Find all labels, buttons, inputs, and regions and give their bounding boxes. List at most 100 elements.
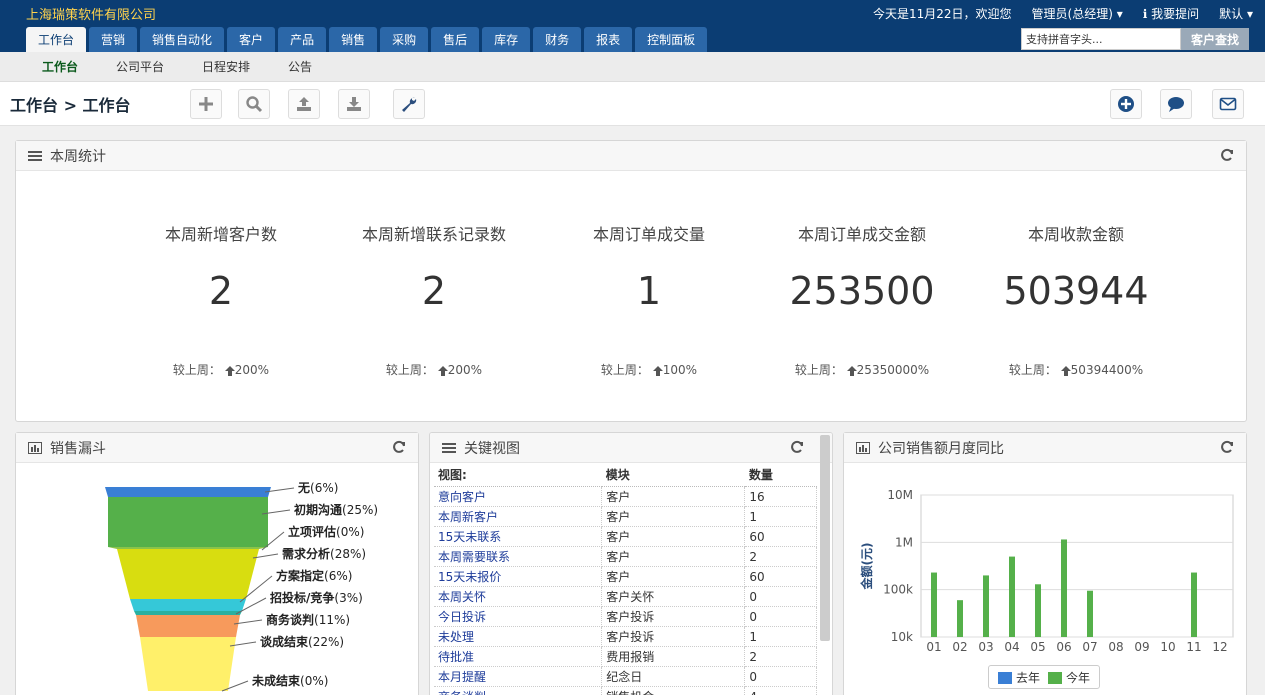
top-info: 今天是11月22日，欢迎您 管理员(总经理) ▾ ℹ 我要提问 默认 ▾ [873, 5, 1253, 22]
stat-label: 本周新增联系记录数 [361, 225, 506, 244]
count-cell: 2 [744, 646, 817, 667]
view-link[interactable]: 15天未报价 [434, 566, 603, 587]
module-cell: 客户投诉 [601, 626, 746, 647]
count-cell: 4 [744, 686, 817, 695]
view-link[interactable]: 本周新客户 [434, 506, 603, 527]
refresh-icon[interactable] [1220, 440, 1234, 457]
tab-6[interactable]: 采购 [380, 27, 429, 52]
funnel-segment[interactable] [108, 497, 268, 547]
arrow-up-icon [652, 365, 663, 376]
customer-search-button[interactable]: 客户查找 [1181, 28, 1249, 50]
funnel-segment[interactable] [136, 615, 240, 637]
table-row: 本周新客户 客户 1 [434, 506, 817, 527]
new-button[interactable] [1110, 89, 1142, 119]
module-cell: 纪念日 [601, 666, 746, 687]
search-button[interactable] [238, 89, 270, 119]
tab-5[interactable]: 销售 [329, 27, 378, 52]
panel-title: 公司销售额月度同比 [878, 440, 1004, 457]
funnel-segment[interactable] [105, 487, 271, 497]
user-menu[interactable]: 管理员(总经理) ▾ [1032, 5, 1123, 22]
tab-9[interactable]: 财务 [533, 27, 582, 52]
table-row: 未处理 客户投诉 1 [434, 626, 817, 647]
funnel-label: 需求分析(28%) [282, 546, 366, 561]
x-tick-label: 08 [1108, 640, 1123, 654]
funnel-segment[interactable] [130, 599, 246, 611]
bar-今年[interactable] [957, 600, 963, 637]
add-button[interactable] [190, 89, 222, 119]
upload-icon [297, 97, 311, 111]
help-link[interactable]: ℹ 我要提问 [1143, 5, 1199, 22]
view-link[interactable]: 15天未联系 [434, 526, 603, 547]
tab-8[interactable]: 库存 [482, 27, 531, 52]
download-icon [347, 97, 361, 111]
table-row: 意向客户 客户 16 [434, 486, 817, 507]
funnel-segment[interactable] [134, 611, 242, 615]
sub-nav: 工作台 公司平台 日程安排 公告 [0, 52, 1265, 82]
subnav-item-3[interactable]: 公告 [288, 58, 312, 75]
mail-button[interactable] [1212, 89, 1244, 119]
x-tick-label: 07 [1082, 640, 1097, 654]
funnel-segment[interactable] [108, 547, 268, 549]
x-tick-label: 11 [1186, 640, 1201, 654]
list-icon [442, 442, 456, 454]
tab-4[interactable]: 产品 [278, 27, 327, 52]
theme-menu[interactable]: 默认 ▾ [1219, 5, 1253, 22]
plus-icon [199, 97, 213, 111]
view-link[interactable]: 未处理 [434, 626, 603, 647]
tab-7[interactable]: 售后 [431, 27, 480, 52]
module-cell: 费用报销 [601, 646, 746, 667]
x-tick-label: 04 [1004, 640, 1019, 654]
view-link[interactable]: 本周需要联系 [434, 546, 603, 567]
tab-11[interactable]: 控制面板 [635, 27, 708, 52]
view-link[interactable]: 待批准 [434, 646, 603, 667]
view-link[interactable]: 商务谈判 [434, 686, 603, 695]
module-cell: 客户 [601, 486, 746, 507]
refresh-icon[interactable] [392, 440, 406, 457]
stat-value: 253500 [789, 269, 935, 313]
module-cell: 客户 [601, 546, 746, 567]
refresh-icon[interactable] [790, 440, 804, 457]
legend-item-this-year[interactable]: 今年 [1048, 669, 1090, 686]
scrollbar[interactable] [820, 435, 830, 641]
view-link[interactable]: 意向客户 [434, 486, 603, 507]
upload-button[interactable] [288, 89, 320, 119]
sales-funnel-panel: 销售漏斗 无(6%) 初期沟通(25%) 立项评估(0%) 需求分析(28%) 方案指定… [15, 432, 419, 695]
refresh-icon[interactable] [1220, 148, 1234, 165]
bar-今年[interactable] [1087, 590, 1093, 637]
stat-label: 本周订单成交量 [592, 225, 705, 244]
bar-今年[interactable] [931, 572, 937, 637]
panel-title: 本周统计 [50, 148, 106, 165]
tab-1[interactable]: 营销 [89, 27, 138, 52]
tab-10[interactable]: 报表 [584, 27, 633, 52]
bar-今年[interactable] [983, 575, 989, 637]
monthly-sales-header: 公司销售额月度同比 [844, 433, 1246, 463]
monthly-sales-panel: 公司销售额月度同比 10k 100k 1M 10M 金额(元) 01 02 03 04 05 06 0… [843, 432, 1247, 695]
message-button[interactable] [1160, 89, 1192, 119]
tab-3[interactable]: 客户 [227, 27, 276, 52]
settings-button[interactable] [393, 89, 425, 119]
stat-card: 本周收款金额 503944 较上周： 50394400% [971, 221, 1181, 377]
subnav-item-2[interactable]: 日程安排 [202, 58, 250, 75]
funnel-segment[interactable] [117, 549, 259, 599]
view-link[interactable]: 今日投诉 [434, 606, 603, 627]
sales-funnel-header: 销售漏斗 [16, 433, 418, 463]
count-cell: 1 [744, 506, 817, 527]
column-header: 数量 [744, 463, 817, 487]
bar-今年[interactable] [1191, 572, 1197, 637]
bar-今年[interactable] [1035, 584, 1041, 637]
bar-今年[interactable] [1061, 539, 1067, 637]
count-cell: 60 [744, 566, 817, 587]
main-tabs: 工作台 营销 销售自动化 客户 产品 销售 采购 售后 库存 财务 报表 控制面板 [26, 27, 708, 52]
view-link[interactable]: 本周关怀 [434, 586, 603, 607]
stat-compare: 较上周： 25350000% [794, 363, 930, 377]
funnel-segment[interactable] [140, 637, 236, 691]
customer-search-input[interactable] [1021, 28, 1181, 50]
download-button[interactable] [338, 89, 370, 119]
tab-workbench[interactable]: 工作台 [26, 27, 87, 52]
subnav-item-1[interactable]: 公司平台 [116, 58, 164, 75]
legend-item-last-year[interactable]: 去年 [997, 669, 1040, 686]
tab-2[interactable]: 销售自动化 [140, 27, 225, 52]
bar-今年[interactable] [1009, 556, 1015, 637]
view-link[interactable]: 本月提醒 [434, 666, 603, 687]
subnav-item-0[interactable]: 工作台 [42, 58, 78, 75]
